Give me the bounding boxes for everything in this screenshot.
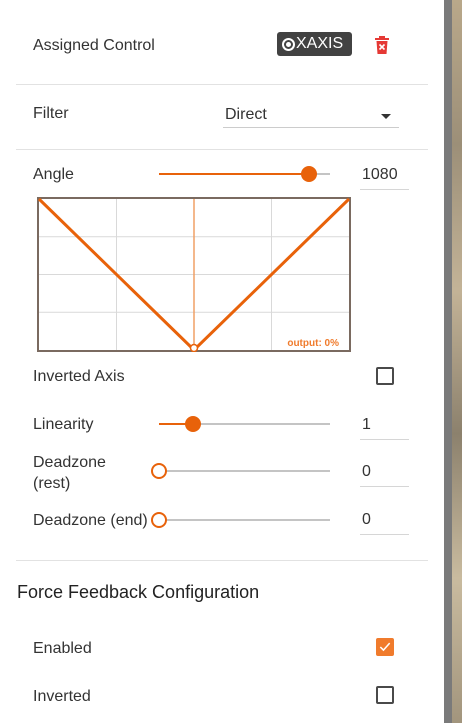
filter-selected-value: Direct bbox=[225, 106, 267, 123]
background-strip bbox=[452, 0, 462, 723]
inverted-axis-checkbox[interactable] bbox=[376, 367, 394, 385]
current-position-marker bbox=[189, 343, 199, 352]
angle-slider[interactable] bbox=[159, 166, 330, 182]
axis-badge-label: XAXIS bbox=[296, 35, 344, 52]
axis-badge[interactable]: XAXIS bbox=[277, 32, 352, 56]
inverted-axis-label: Inverted Axis bbox=[33, 368, 125, 385]
deadzone-rest-slider[interactable] bbox=[151, 463, 330, 479]
output-annotation: output: 0% bbox=[287, 338, 339, 349]
divider bbox=[16, 84, 428, 85]
slider-thumb[interactable] bbox=[151, 463, 167, 479]
filter-label: Filter bbox=[33, 105, 69, 122]
chevron-down-icon bbox=[381, 114, 391, 119]
linearity-input[interactable]: 1 bbox=[360, 414, 409, 440]
slider-track bbox=[159, 519, 330, 521]
checkmark-icon bbox=[379, 642, 391, 652]
linearity-slider[interactable] bbox=[159, 416, 330, 432]
angle-input[interactable]: 1080 bbox=[360, 164, 409, 190]
deadzone-end-input[interactable]: 0 bbox=[360, 509, 409, 535]
linearity-label: Linearity bbox=[33, 416, 94, 433]
deadzone-rest-input[interactable]: 0 bbox=[360, 461, 409, 487]
angle-label: Angle bbox=[33, 166, 74, 183]
ff-enabled-checkbox[interactable] bbox=[376, 638, 394, 656]
scrollbar[interactable] bbox=[444, 0, 452, 723]
deadzone-rest-label-line2: (rest) bbox=[33, 475, 71, 492]
divider bbox=[16, 149, 428, 150]
slider-track bbox=[159, 470, 330, 472]
ff-enabled-label: Enabled bbox=[33, 640, 92, 657]
delete-icon[interactable] bbox=[374, 36, 390, 54]
deadzone-rest-label-line1: Deadzone bbox=[33, 454, 106, 471]
filter-select[interactable]: Direct bbox=[223, 104, 399, 128]
divider bbox=[16, 560, 428, 561]
force-feedback-heading: Force Feedback Configuration bbox=[17, 582, 260, 602]
axis-icon bbox=[282, 37, 295, 51]
response-curve-chart: output: 0% bbox=[37, 197, 351, 352]
slider-fill bbox=[159, 173, 309, 175]
slider-thumb[interactable] bbox=[185, 416, 201, 432]
slider-thumb[interactable] bbox=[301, 166, 317, 182]
slider-thumb[interactable] bbox=[151, 512, 167, 528]
deadzone-end-label: Deadzone (end) bbox=[33, 512, 148, 529]
ff-inverted-checkbox[interactable] bbox=[376, 686, 394, 704]
settings-panel: Assigned Control XAXIS Filter Direct Ang… bbox=[0, 0, 444, 723]
ff-inverted-label: Inverted bbox=[33, 688, 91, 705]
assigned-control-label: Assigned Control bbox=[33, 37, 155, 54]
deadzone-end-slider[interactable] bbox=[151, 512, 330, 528]
